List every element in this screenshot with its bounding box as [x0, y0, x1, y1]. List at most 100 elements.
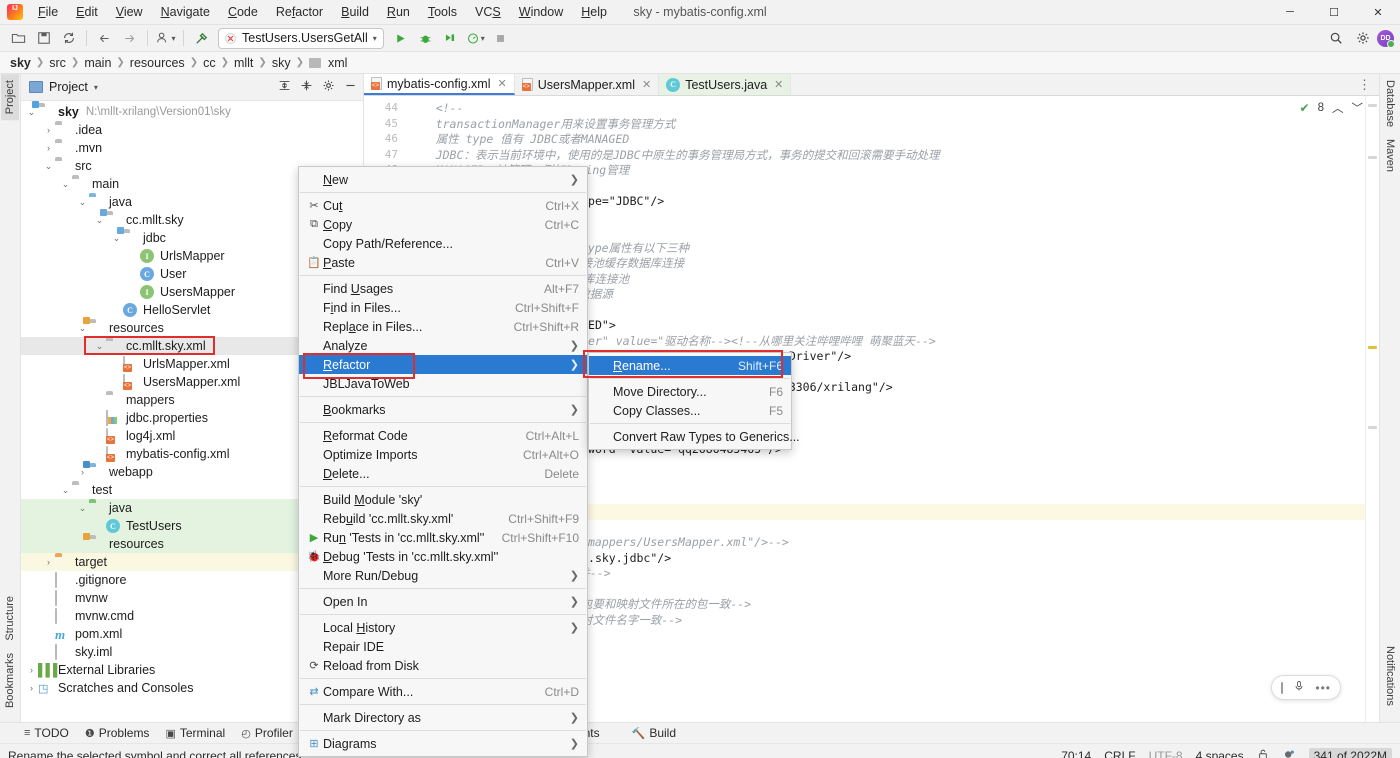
menu-tools[interactable]: Tools	[419, 2, 466, 22]
bottom-tab-terminal[interactable]: ▣ Terminal	[165, 726, 225, 740]
menu-item-diagrams[interactable]: ⊞ Diagrams ❯	[299, 734, 587, 753]
menu-bar[interactable]: File Edit View Navigate Code Refactor Bu…	[29, 2, 616, 22]
menu-item-build-module-sky[interactable]: Build Module 'sky'	[299, 490, 587, 509]
menu-item-debug-tests-in-cc-mllt-sky-xml[interactable]: 🐞 Debug 'Tests in 'cc.mllt.sky.xml''	[299, 547, 587, 566]
back-icon[interactable]	[92, 27, 117, 50]
chevron-right-icon[interactable]: ›	[25, 683, 38, 693]
menu-item-cut[interactable]: ✂ Cut Ctrl+X	[299, 196, 587, 215]
inspection-icon[interactable]	[1282, 748, 1296, 758]
editor-tab-mybatis-config-xml[interactable]: mybatis-config.xml ✕	[364, 74, 515, 95]
sidebar-item-bookmarks[interactable]: Bookmarks	[1, 647, 19, 714]
editor-tab-bar[interactable]: mybatis-config.xml ✕ UsersMapper.xml ✕ C Test…	[364, 74, 1379, 96]
menu-code[interactable]: Code	[219, 2, 267, 22]
vcs-update-icon[interactable]: ▾	[153, 27, 178, 50]
bottom-tab-problems[interactable]: ❶ Problems	[85, 726, 150, 740]
menu-edit[interactable]: Edit	[67, 2, 107, 22]
memory-indicator[interactable]: 341 of 2022M	[1308, 748, 1392, 758]
more-dots-icon[interactable]: •••	[1315, 681, 1331, 695]
chevron-down-icon[interactable]: ⌄	[59, 179, 72, 190]
menu-item-convert-raw-types-to-generics[interactable]: Convert Raw Types to Generics...	[589, 427, 800, 446]
menu-build[interactable]: Build	[332, 2, 378, 22]
breadcrumb-item-1[interactable]: src	[49, 56, 66, 70]
chevron-down-icon[interactable]: ⌄	[110, 233, 123, 244]
forward-icon[interactable]	[117, 27, 142, 50]
chevron-down-icon[interactable]: ⌄	[76, 323, 89, 334]
breadcrumb-item-4[interactable]: cc	[203, 56, 216, 70]
profile-icon[interactable]: ▾	[463, 27, 488, 50]
menu-item-refactor[interactable]: Refactor ❯	[299, 355, 587, 374]
line-separator[interactable]: CRLF	[1104, 749, 1135, 758]
close-icon[interactable]: ✕	[774, 78, 783, 91]
context-menu[interactable]: New ❯ ✂ Cut Ctrl+X ⧉ Copy Ctrl+C Copy Path/Refer…	[298, 166, 588, 757]
chevron-down-icon[interactable]: ⌄	[93, 215, 106, 226]
gear-icon[interactable]	[1350, 27, 1375, 50]
chevron-down-icon[interactable]: ﹀	[1352, 100, 1364, 116]
chevron-down-icon[interactable]: ⌄	[93, 341, 106, 352]
menu-item-bookmarks[interactable]: Bookmarks ❯	[299, 400, 587, 419]
tree-node--idea[interactable]: › .idea	[21, 121, 363, 139]
code-line[interactable]: JDBC：表示当前环境中，使用的是JDBC中原生的事务管理局方式，事务的提交和回…	[408, 148, 1365, 164]
menu-item-new[interactable]: New ❯	[299, 170, 587, 189]
menu-item-local-history[interactable]: Local History ❯	[299, 618, 587, 637]
menu-run[interactable]: Run	[378, 2, 419, 22]
code-line[interactable]: transactionManager用来设置事务管理方式	[408, 117, 1365, 133]
chevron-down-icon[interactable]: ⌄	[76, 197, 89, 208]
breadcrumb-item-7[interactable]: xml	[328, 56, 347, 70]
ai-assistant-widget[interactable]: •••	[1271, 675, 1341, 700]
refactor-submenu[interactable]: Rename... Shift+F6 Move Directory... F6 Copy…	[588, 352, 800, 450]
menu-item-reload-from-disk[interactable]: ⟳ Reload from Disk	[299, 656, 587, 675]
menu-item-find-usages[interactable]: Find Usages Alt+F7	[299, 279, 587, 298]
chevron-right-icon[interactable]: ›	[42, 143, 55, 153]
inspection-stripe[interactable]	[1365, 96, 1379, 722]
more-icon[interactable]: ⋮	[1358, 77, 1371, 93]
run-with-coverage-icon[interactable]	[438, 27, 463, 50]
editor-tab-usersmapper-xml[interactable]: UsersMapper.xml ✕	[514, 74, 660, 95]
menu-item-copy-classes[interactable]: Copy Classes... F5	[589, 401, 791, 420]
menu-refactor[interactable]: Refactor	[267, 2, 332, 22]
code-line[interactable]: <!--	[408, 101, 1365, 117]
breadcrumb-item-0[interactable]: sky	[10, 56, 31, 70]
menu-navigate[interactable]: Navigate	[152, 2, 219, 22]
breadcrumb-item-2[interactable]: main	[84, 56, 111, 70]
bottom-tab-profiler[interactable]: ◴ Profiler	[241, 726, 293, 740]
open-project-icon[interactable]	[6, 27, 31, 50]
breadcrumb-item-6[interactable]: sky	[272, 56, 291, 70]
menu-item-compare-with[interactable]: ⇄ Compare With... Ctrl+D	[299, 682, 587, 701]
build-hammer-icon[interactable]	[189, 27, 214, 50]
menu-item-rebuild-cc-mllt-sky-xml[interactable]: Rebuild 'cc.mllt.sky.xml' Ctrl+Shift+F9	[299, 509, 587, 528]
indent-setting[interactable]: 4 spaces	[1196, 749, 1244, 758]
menu-item-more-run-debug[interactable]: More Run/Debug ❯	[299, 566, 587, 585]
minimize-button[interactable]: ─	[1268, 0, 1312, 25]
chevron-down-icon[interactable]: ⌄	[76, 503, 89, 514]
sidebar-item-structure[interactable]: Structure	[1, 590, 19, 647]
menu-item-delete[interactable]: Delete... Delete	[299, 464, 587, 483]
menu-item-run-tests-in-cc-mllt-sky-xml[interactable]: ▶ Run 'Tests in 'cc.mllt.sky.xml'' Ctrl+Sh…	[299, 528, 587, 547]
menu-item-paste[interactable]: 📋 Paste Ctrl+V	[299, 253, 587, 272]
close-icon[interactable]: ✕	[642, 78, 651, 91]
debug-button[interactable]	[413, 27, 438, 50]
chevron-down-icon[interactable]: ⌄	[59, 485, 72, 496]
tree-node-sky[interactable]: ⌄ sky N:\mllt-xrilang\Version01\sky	[21, 101, 363, 121]
menu-item-optimize-imports[interactable]: Optimize Imports Ctrl+Alt+O	[299, 445, 587, 464]
unlocked-icon[interactable]	[1257, 748, 1269, 758]
window-controls[interactable]: ─ ☐ ✕	[1268, 0, 1400, 25]
file-encoding[interactable]: UTF-8	[1149, 749, 1183, 758]
menu-item-reformat-code[interactable]: Reformat Code Ctrl+Alt+L	[299, 426, 587, 445]
menu-vcs[interactable]: VCS	[466, 2, 510, 22]
chevron-up-icon[interactable]: ︿	[1332, 100, 1344, 116]
menu-help[interactable]: Help	[572, 2, 616, 22]
collapse-all-icon[interactable]	[300, 79, 313, 95]
avatar[interactable]: DD	[1377, 29, 1395, 48]
run-button[interactable]	[388, 27, 413, 50]
bottom-tab-build[interactable]: 🔨 Build	[632, 726, 676, 740]
menu-view[interactable]: View	[107, 2, 152, 22]
editor-tab-testusers-java[interactable]: C TestUsers.java ✕	[659, 74, 792, 95]
menu-window[interactable]: Window	[510, 2, 572, 22]
chevron-down-icon[interactable]: ▾	[373, 34, 377, 43]
hide-panel-icon[interactable]	[344, 79, 357, 95]
menu-item-find-in-files[interactable]: Find in Files... Ctrl+Shift+F	[299, 298, 587, 317]
search-icon[interactable]	[1323, 27, 1348, 50]
run-configuration-selector[interactable]: TestUsers.UsersGetAll ▾	[218, 27, 384, 49]
menu-item-copy-path-reference[interactable]: Copy Path/Reference...	[299, 234, 587, 253]
chevron-down-icon[interactable]: ⌄	[42, 161, 55, 172]
